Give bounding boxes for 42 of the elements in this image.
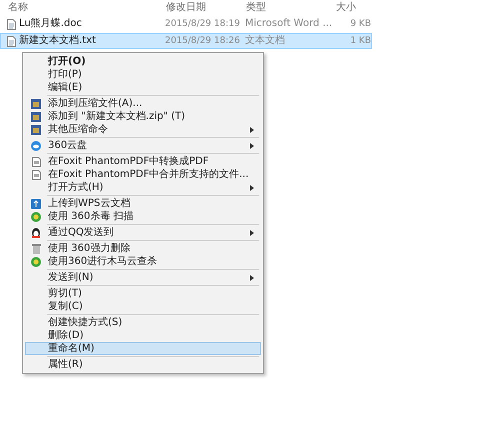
menu-item[interactable]: 打开(O) <box>25 55 261 68</box>
file-name: Lu熊月蝶.doc <box>19 18 82 30</box>
column-header[interactable]: 类型 <box>246 1 336 15</box>
menu-item[interactable]: 删除(D) <box>25 329 261 342</box>
document-icon <box>7 36 16 46</box>
document-icon <box>32 170 40 180</box>
menu-item[interactable]: 编辑(E) <box>25 81 261 94</box>
file-date: 2015/8/29 18:26 <box>165 35 241 47</box>
menu-item[interactable]: 其他压缩命令 <box>25 123 261 136</box>
file-date: 2015/8/29 18:19 <box>165 18 241 30</box>
menu-item[interactable]: 打印(P) <box>25 68 261 81</box>
file-row[interactable]: Lu熊月蝶.doc 2015/8/29 18:19 Microsoft Word ... 9 KB <box>0 16 372 32</box>
menu-item[interactable]: 上传到WPS云文档 <box>25 197 261 210</box>
menu-item[interactable]: 在Foxit PhantomPDF中合并所支持的文件... <box>25 168 261 181</box>
column-header[interactable]: 修改日期 <box>166 1 246 15</box>
menu-item[interactable]: 发送到(N) <box>25 271 261 284</box>
menu-item[interactable]: 创建快捷方式(S) <box>25 316 261 329</box>
document-icon <box>32 156 40 166</box>
menu-item[interactable]: 360云盘 <box>25 139 261 152</box>
file-row[interactable]: 新建文本文档.txt 2015/8/29 18:26 文本文档 1 KB <box>0 33 372 49</box>
menu-item[interactable]: 添加到 "新建文本文档.zip" (T) <box>25 110 261 123</box>
trash-icon <box>32 244 40 254</box>
menu-item[interactable]: 添加到压缩文件(A)... <box>25 97 261 110</box>
column-header[interactable]: 大小 <box>336 1 372 15</box>
menu-item[interactable]: 使用 360强力删除 <box>25 242 261 255</box>
file-size: 9 KB <box>349 18 371 30</box>
menu-item[interactable]: 通过QQ发送到 <box>25 226 261 239</box>
document-icon <box>7 18 16 30</box>
menu-item[interactable]: 使用360进行木马云查杀 <box>25 255 261 268</box>
menu-item[interactable]: 打开方式(H) <box>25 181 261 194</box>
menu-item[interactable]: 在Foxit PhantomPDF中转换成PDF <box>25 155 261 168</box>
file-size: 1 KB <box>349 35 371 47</box>
file-type: 文本文档 <box>245 35 286 47</box>
file-name: 新建文本文档.txt <box>19 35 96 47</box>
column-header[interactable]: 名称 <box>8 1 166 15</box>
menu-item[interactable]: 属性(R) <box>25 358 261 371</box>
menu-item[interactable]: 复制(C) <box>25 300 261 313</box>
menu-item[interactable]: 重命名(M) <box>25 342 261 355</box>
menu-item[interactable]: 使用 360杀毒 扫描 <box>25 210 261 223</box>
menu-item[interactable]: 剪切(T) <box>25 287 261 300</box>
file-type: Microsoft Word ... <box>245 18 334 30</box>
cloud-upload-icon <box>31 198 41 208</box>
